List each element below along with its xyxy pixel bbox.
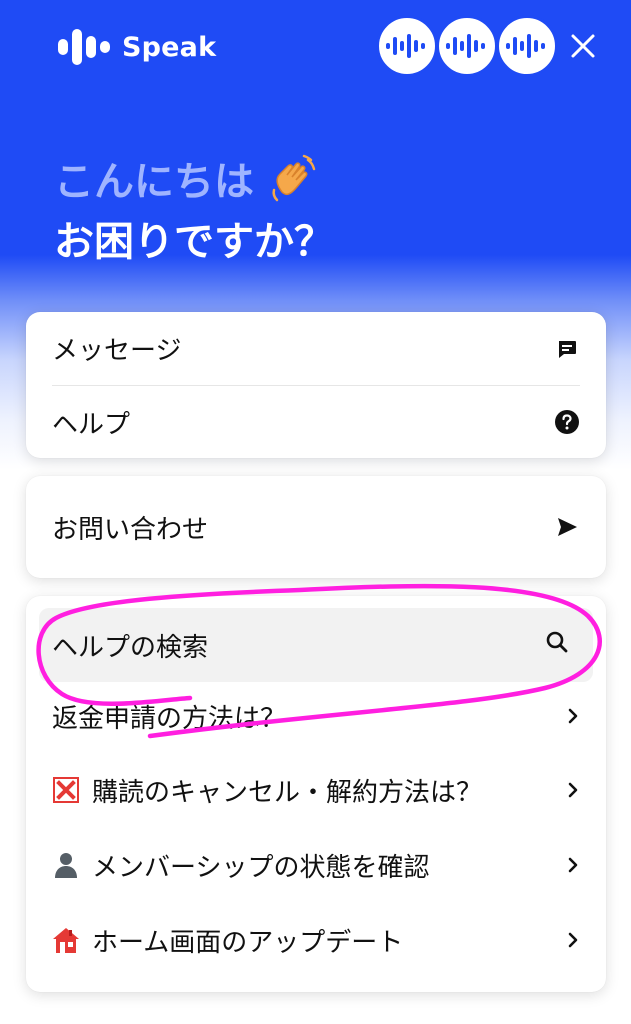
search-icon [545,630,569,661]
faq-item-label: ホーム画面のアップデート [92,927,404,958]
brand-logo: Speak [56,27,216,67]
chevron-right-icon [568,932,578,948]
help-card: ヘルプの検索 返金申請の方法は？ 購読のキャンセル・解約方法は？ メンバーシップ… [26,596,606,992]
cross-mark-icon [53,777,79,803]
contact-button[interactable]: お問い合わせ [26,476,606,578]
help-search-button[interactable]: ヘルプの検索 [39,608,593,682]
faq-item-cancel[interactable]: 購読のキャンセル・解約方法は？ [26,759,606,821]
close-icon [571,34,595,58]
agent-avatar [496,15,558,77]
faq-item-home-update[interactable]: ホーム画面のアップデート [26,909,606,971]
top-bar: Speak [0,0,631,100]
agent-avatar [436,15,498,77]
faq-item-membership[interactable]: メンバーシップの状態を確認 [26,834,606,896]
menu-item-help[interactable]: ヘルプ [26,386,606,458]
voice-wave-icon [506,34,545,58]
faq-item-refund[interactable]: 返金申請の方法は？ [26,690,606,742]
menu-item-label: メッセージ [52,336,182,366]
help-search-label: ヘルプの検索 [52,632,209,663]
contact-card: お問い合わせ [26,476,606,578]
message-icon [554,336,580,362]
faq-item-label: メンバーシップの状態を確認 [92,852,430,883]
menu-card: メッセージ ヘルプ [26,312,606,458]
voice-wave-icon [386,34,425,58]
waving-hand-icon [272,154,316,202]
menu-item-messages[interactable]: メッセージ [26,312,606,385]
greeting-hello-text: こんにちは [54,159,254,205]
help-circle-icon [554,409,580,435]
chevron-right-icon [568,708,578,724]
chevron-right-icon [568,782,578,798]
menu-item-label: ヘルプ [52,409,131,440]
house-icon [53,928,79,953]
speak-logo-icon [58,29,110,65]
person-silhouette-icon [55,853,77,878]
faq-item-label: 返金申請の方法は？ [52,703,287,734]
chevron-right-icon [568,857,578,873]
send-arrow-icon [554,514,580,540]
close-button[interactable] [567,30,599,62]
agent-avatar [376,15,438,77]
greeting: こんにちは お困りですか？ [54,148,334,272]
voice-wave-icon [446,34,485,58]
faq-item-label: 購読のキャンセル・解約方法は？ [92,777,483,808]
brand-name: Speak [122,31,217,63]
contact-label: お問い合わせ [52,514,209,545]
greeting-hello: こんにちは [54,148,334,208]
agent-avatars [376,15,558,77]
greeting-question: お困りですか？ [54,219,334,265]
